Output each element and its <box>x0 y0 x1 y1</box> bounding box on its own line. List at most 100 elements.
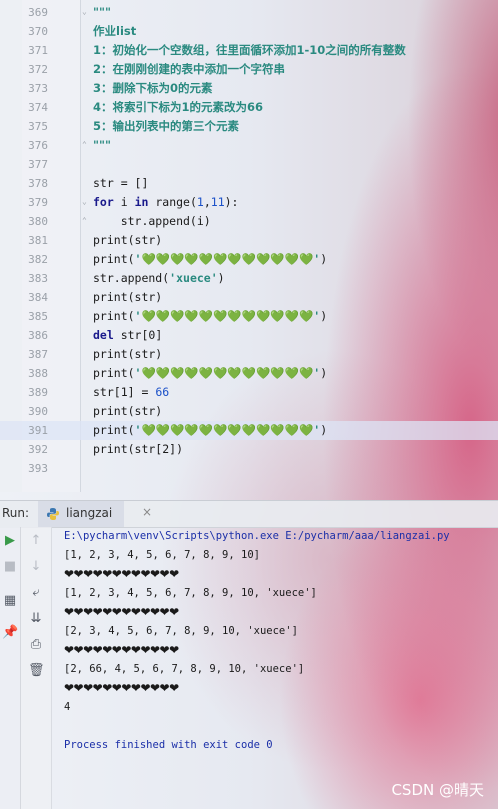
console-output-line: 4 <box>64 701 71 713</box>
code-text: for i in range(1,11): <box>93 195 239 209</box>
console-output-line: [2, 66, 4, 5, 6, 7, 8, 9, 10, 'xuece'] <box>64 663 305 675</box>
line-number: 375 <box>28 120 48 133</box>
code-text: print('💚💚💚💚💚💚💚💚💚💚💚💚') <box>93 366 328 380</box>
code-line[interactable]: 371 1：初始化一个空数组，往里面循环添加1-10之间的所有整数 <box>0 41 498 60</box>
line-number: 383 <box>28 272 48 285</box>
code-line-current[interactable]: 391 print('💚💚💚💚💚💚💚💚💚💚💚💚') <box>0 421 498 440</box>
line-number: 371 <box>28 44 48 57</box>
run-console-output[interactable]: E:\pycharm\venv\Scripts\python.exe E:/py… <box>52 527 498 809</box>
code-line[interactable]: 369 ⌄ """ <box>0 3 498 22</box>
soft-wrap-icon[interactable]: ⤶ <box>28 585 44 601</box>
code-line[interactable]: 385 print('💚💚💚💚💚💚💚💚💚💚💚💚') <box>0 307 498 326</box>
code-text: del str[0] <box>93 328 163 342</box>
code-text: """ <box>93 138 111 152</box>
code-line[interactable]: 384 print(str) <box>0 288 498 307</box>
run-toolbar-primary: ▶ ■ ▦ 📌 <box>0 527 21 809</box>
trash-icon[interactable]: 🗑 <box>28 663 45 679</box>
line-number: 377 <box>28 158 48 171</box>
code-line[interactable]: 372 2：在刚刚创建的表中添加一个字符串 <box>0 60 498 79</box>
code-line[interactable]: 381 print(str) <box>0 231 498 250</box>
code-text: str[1] = 66 <box>93 385 170 399</box>
console-output-line: [2, 3, 4, 5, 6, 7, 8, 9, 10, 'xuece'] <box>64 625 298 637</box>
code-line[interactable]: 392 print(str[2]) <box>0 440 498 459</box>
line-number: 381 <box>28 234 48 247</box>
code-line[interactable]: 386 del str[0] <box>0 326 498 345</box>
code-editor[interactable]: 369 ⌄ """ 370 作业list 371 1：初始化一个空数组，往里面循… <box>0 0 498 492</box>
code-line[interactable]: 379 ⌄ for i in range(1,11): <box>0 193 498 212</box>
line-number: 392 <box>28 443 48 456</box>
line-number: 384 <box>28 291 48 304</box>
code-text: print(str) <box>93 233 163 247</box>
code-text: 5：输出列表中的第三个元素 <box>93 119 240 133</box>
code-text: 1：初始化一个空数组，往里面循环添加1-10之间的所有整数 <box>93 43 406 57</box>
code-line[interactable]: 376 ⌃ """ <box>0 136 498 155</box>
line-number: 378 <box>28 177 48 190</box>
pin-icon[interactable]: 📌 <box>2 625 18 641</box>
arrow-down-icon[interactable]: ↓ <box>28 559 44 575</box>
watermark: CSDN @晴天 <box>391 781 484 799</box>
code-text: 作业list <box>93 24 137 38</box>
code-line[interactable]: 375 5：输出列表中的第三个元素 <box>0 117 498 136</box>
console-hearts-line: ❤❤❤❤❤❤❤❤❤❤❤❤ <box>64 605 179 619</box>
code-line[interactable]: 380 ⌃ str.append(i) <box>0 212 498 231</box>
python-icon <box>47 508 59 520</box>
arrow-up-icon[interactable]: ↑ <box>28 533 44 549</box>
code-text: str.append('xuece') <box>93 271 225 285</box>
line-number: 376 <box>28 139 48 152</box>
run-tab-label: liangzai <box>66 506 113 520</box>
code-line[interactable]: 387 print(str) <box>0 345 498 364</box>
fold-arrow-icon[interactable]: ⌄ <box>82 8 90 16</box>
code-line[interactable]: 378 str = [] <box>0 174 498 193</box>
print-icon[interactable]: ⎙ <box>28 637 44 653</box>
line-number: 373 <box>28 82 48 95</box>
console-command-line: E:\pycharm\venv\Scripts\python.exe E:/py… <box>64 530 450 542</box>
layout-icon[interactable]: ▦ <box>2 593 18 609</box>
code-text: 4：将索引下标为1的元素改为66 <box>93 100 264 114</box>
code-line[interactable]: 383 str.append('xuece') <box>0 269 498 288</box>
run-tab-liangzai[interactable]: liangzai × <box>38 501 152 527</box>
code-line[interactable]: 382 print('💚💚💚💚💚💚💚💚💚💚💚💚') <box>0 250 498 269</box>
line-number: 393 <box>28 462 48 475</box>
code-text: print(str) <box>93 404 163 418</box>
fold-arrow-icon[interactable]: ⌄ <box>82 198 90 206</box>
code-line[interactable]: 390 print(str) <box>0 402 498 421</box>
console-output-line: [1, 2, 3, 4, 5, 6, 7, 8, 9, 10, 'xuece'] <box>64 587 317 599</box>
line-number: 386 <box>28 329 48 342</box>
line-number: 382 <box>28 253 48 266</box>
rerun-icon[interactable]: ▶ <box>2 533 18 549</box>
scroll-to-end-icon[interactable]: ⇊ <box>28 611 44 627</box>
code-line[interactable]: 373 3：删除下标为0的元素 <box>0 79 498 98</box>
code-text: print('💚💚💚💚💚💚💚💚💚💚💚💚') <box>93 423 328 437</box>
code-line[interactable]: 389 str[1] = 66 <box>0 383 498 402</box>
code-line[interactable]: 393 <box>0 459 498 478</box>
fold-end-icon[interactable]: ⌃ <box>82 141 90 149</box>
line-number: 379 <box>28 196 48 209</box>
line-number: 389 <box>28 386 48 399</box>
code-text: """ <box>93 5 111 19</box>
console-hearts-line: ❤❤❤❤❤❤❤❤❤❤❤❤ <box>64 567 179 581</box>
fold-end-icon[interactable]: ⌃ <box>82 217 90 225</box>
stop-icon[interactable]: ■ <box>2 559 18 575</box>
line-number: 391 <box>28 424 48 437</box>
code-line[interactable]: 374 4：将索引下标为1的元素改为66 <box>0 98 498 117</box>
line-number: 380 <box>28 215 48 228</box>
run-label: Run: <box>2 506 30 520</box>
console-output-line: [1, 2, 3, 4, 5, 6, 7, 8, 9, 10] <box>64 549 260 561</box>
code-line[interactable]: 388 print('💚💚💚💚💚💚💚💚💚💚💚💚') <box>0 364 498 383</box>
code-text: 2：在刚刚创建的表中添加一个字符串 <box>93 62 285 76</box>
line-number: 372 <box>28 63 48 76</box>
console-exit-line: Process finished with exit code 0 <box>64 739 273 751</box>
line-number: 385 <box>28 310 48 323</box>
line-number: 369 <box>28 6 48 19</box>
line-number: 390 <box>28 405 48 418</box>
run-panel-header: Run: liangzai × <box>0 500 498 528</box>
code-text: str = [] <box>93 176 149 190</box>
line-number: 370 <box>28 25 48 38</box>
code-text: str.append(i) <box>93 214 211 228</box>
code-text: 3：删除下标为0的元素 <box>93 81 213 95</box>
run-toolbar-secondary: ↑ ↓ ⤶ ⇊ ⎙ 🗑 <box>21 527 52 809</box>
code-text: print(str[2]) <box>93 442 184 456</box>
code-line[interactable]: 370 作业list <box>0 22 498 41</box>
close-icon[interactable]: × <box>142 505 152 519</box>
code-line[interactable]: 377 <box>0 155 498 174</box>
